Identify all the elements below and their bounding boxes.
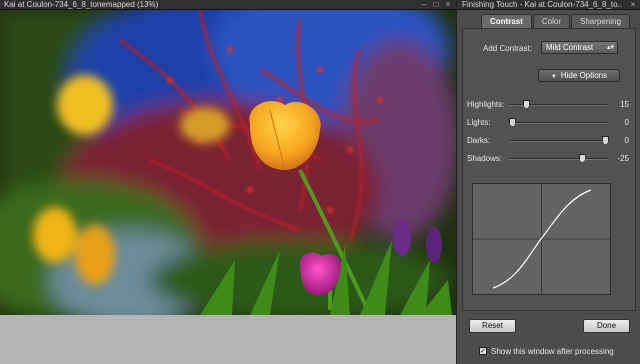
lights-slider[interactable] bbox=[509, 118, 609, 127]
tab-color[interactable]: Color bbox=[532, 14, 571, 28]
maximize-icon[interactable]: □ bbox=[432, 1, 440, 9]
slider-label: Highlights: bbox=[467, 100, 505, 109]
highlights-slider[interactable] bbox=[509, 100, 609, 109]
tone-curve[interactable] bbox=[472, 183, 611, 295]
close-icon[interactable]: × bbox=[444, 1, 452, 9]
darks-slider[interactable] bbox=[509, 136, 609, 145]
show-window-option[interactable]: ✓ Show this window after processing bbox=[479, 346, 614, 356]
minimize-icon[interactable]: – bbox=[420, 1, 428, 9]
hide-options-button[interactable]: ▼ Hide Options bbox=[538, 69, 620, 82]
image-window-titlebar[interactable]: Kai at Coulon-734_6_8_tonemapped (13%) –… bbox=[0, 0, 456, 10]
add-contrast-label: Add Contrast: bbox=[483, 44, 532, 53]
image-window: Kai at Coulon-734_6_8_tonemapped (13%) –… bbox=[0, 0, 456, 364]
finishing-touch-panel: Finishing Touch - Kai at Coulon-734_6_8_… bbox=[456, 0, 640, 364]
tab-sharpening[interactable]: Sharpening bbox=[571, 14, 630, 28]
panel-title: Finishing Touch - Kai at Coulon-734_6_8_… bbox=[462, 0, 622, 9]
checkmark-icon: ✓ bbox=[480, 348, 486, 355]
slider-thumb[interactable] bbox=[522, 100, 530, 109]
slider-thumb[interactable] bbox=[509, 118, 516, 127]
add-contrast-value: Mild Contrast bbox=[546, 43, 594, 52]
slider-thumb[interactable] bbox=[602, 136, 609, 145]
close-icon[interactable]: × bbox=[629, 1, 637, 9]
slider-label: Shadows: bbox=[467, 154, 503, 163]
slider-label: Darks: bbox=[467, 136, 491, 145]
slider-thumb[interactable] bbox=[578, 154, 586, 163]
tulip-photo bbox=[0, 10, 456, 315]
tab-bar: Contrast Color Sharpening bbox=[481, 14, 631, 28]
show-window-label: Show this window after processing bbox=[491, 346, 614, 356]
reset-button[interactable]: Reset bbox=[469, 319, 516, 333]
image-window-title: Kai at Coulon-734_6_8_tonemapped (13%) bbox=[4, 0, 159, 9]
show-window-checkbox[interactable]: ✓ bbox=[479, 347, 487, 355]
shadows-slider[interactable] bbox=[509, 154, 609, 163]
tone-curve-graph bbox=[473, 184, 610, 294]
panel-titlebar[interactable]: Finishing Touch - Kai at Coulon-734_6_8_… bbox=[457, 0, 640, 10]
triangle-down-icon: ▼ bbox=[550, 74, 557, 80]
hide-options-label: Hide Options bbox=[560, 71, 608, 80]
slider-value: 0 bbox=[624, 118, 629, 127]
photo-canvas[interactable] bbox=[0, 10, 456, 315]
add-contrast-select[interactable]: Mild Contrast ▴▾ bbox=[541, 41, 618, 54]
contrast-tab-body: Add Contrast: Mild Contrast ▴▾ ▼ Hide Opt… bbox=[462, 28, 636, 311]
slider-value: 0 bbox=[624, 136, 629, 145]
dropdown-arrow-icon: ▴▾ bbox=[606, 44, 614, 51]
tab-contrast[interactable]: Contrast bbox=[481, 14, 532, 28]
slider-label: Lights: bbox=[467, 118, 491, 127]
done-button[interactable]: Done bbox=[583, 319, 630, 333]
slider-value: -25 bbox=[617, 154, 629, 163]
slider-value: 15 bbox=[620, 100, 629, 109]
